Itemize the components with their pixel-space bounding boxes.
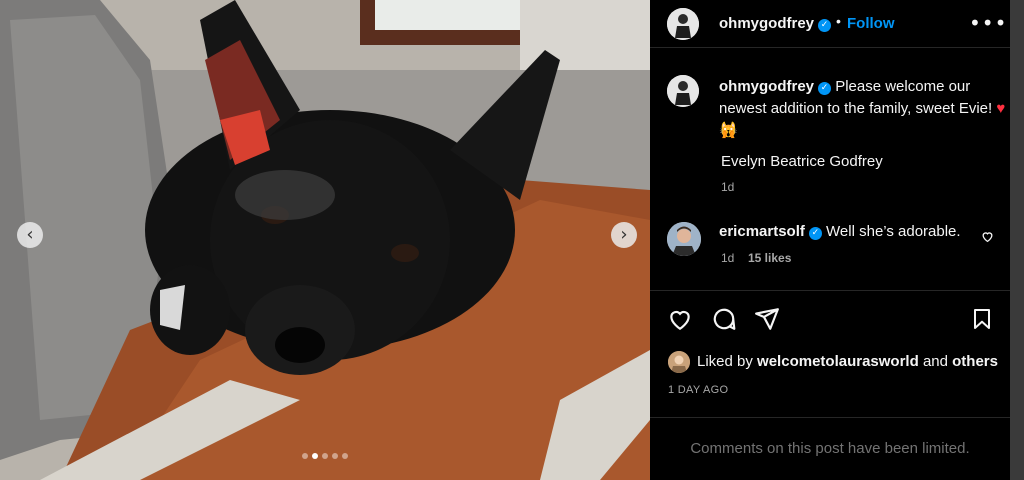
face-emoji: 🙀 (719, 122, 738, 139)
comment-likes[interactable]: 15 likes (748, 251, 791, 265)
more-options-icon[interactable]: ••• (969, 11, 1007, 35)
like-heart-icon[interactable] (667, 306, 693, 337)
comment-timestamp[interactable]: 1d (721, 251, 734, 265)
post-modal: ‹ › ohmygodfrey ✓ • Follow ••• ohmygodfr… (0, 0, 1024, 480)
carousel-dot (332, 453, 338, 459)
carousel-dot (302, 453, 308, 459)
caption-timestamp[interactable]: 1d (721, 180, 734, 194)
comment-row: ericmartsolf ✓ Well she’s adorable. (719, 223, 969, 240)
backdrop-edge (1010, 0, 1024, 480)
caption-full-name: Evelyn Beatrice Godfrey (721, 153, 883, 170)
comment-username[interactable]: ericmartsolf (719, 223, 805, 240)
carousel-indicator (302, 453, 348, 459)
liked-by-user[interactable]: welcometolaurasworld (757, 353, 919, 370)
comments-limited-notice: Comments on this post have been limited. (690, 440, 970, 457)
liked-by-conj: and (922, 353, 948, 370)
verified-badge-icon: ✓ (808, 227, 822, 240)
verified-badge-icon: ✓ (818, 82, 832, 95)
heart-emoji: ♥ (996, 100, 1006, 117)
post-sidebar: ohmygodfrey ✓ • Follow ••• ohmygodfrey ✓ P… (650, 0, 1010, 480)
caption-username[interactable]: ohmygodfrey (719, 78, 814, 95)
comment-text: Well she’s adorable. (826, 223, 961, 240)
share-paper-plane-icon[interactable] (754, 306, 780, 337)
carousel-dot (322, 453, 328, 459)
liked-by-others[interactable]: others (952, 353, 998, 370)
author-username-text[interactable]: ohmygodfrey (719, 15, 814, 32)
save-bookmark-icon[interactable] (970, 306, 994, 337)
author-username[interactable]: ohmygodfrey ✓ (719, 15, 832, 32)
follow-button[interactable]: Follow (847, 15, 895, 32)
carousel-prev-button[interactable]: ‹ (17, 222, 43, 248)
post-media[interactable]: ‹ › (0, 0, 650, 480)
comment-bubble-icon[interactable] (711, 306, 737, 337)
carousel-next-button[interactable]: › (611, 222, 637, 248)
comment-like-heart-icon[interactable] (981, 230, 994, 248)
puppy-photo (0, 0, 650, 480)
liked-by-avatar[interactable] (668, 351, 690, 373)
author-avatar[interactable] (667, 8, 699, 40)
commenter-avatar[interactable] (667, 222, 701, 256)
post-header: ohmygodfrey ✓ • Follow ••• (650, 0, 1010, 48)
liked-by-text: Liked by welcometolaurasworld and others (697, 353, 998, 370)
liked-by-prefix: Liked by (697, 353, 753, 370)
post-caption: ohmygodfrey ✓ Please welcome our newest a… (719, 76, 1009, 142)
carousel-dot (342, 453, 348, 459)
header-separator: • (836, 13, 841, 29)
post-actions: Liked by welcometolaurasworld and others… (650, 290, 1010, 418)
verified-badge-icon: ✓ (818, 19, 832, 32)
post-timestamp[interactable]: 1 DAY AGO (668, 384, 728, 396)
carousel-dot-active (312, 453, 318, 459)
caption-avatar[interactable] (667, 75, 699, 107)
